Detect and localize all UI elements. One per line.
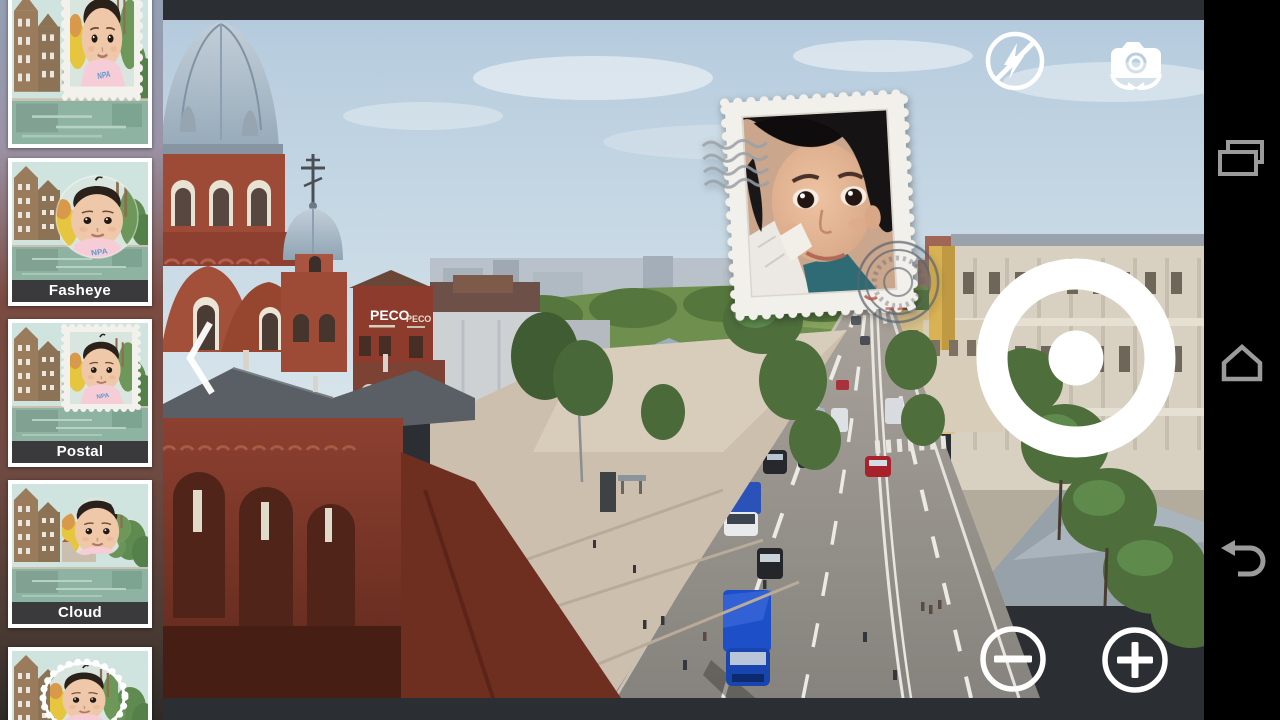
switch-camera-button[interactable] <box>1104 32 1168 93</box>
effect-thumbnail-fasheye <box>12 162 148 280</box>
recent-apps-button[interactable] <box>1204 133 1280 189</box>
effect-item-fasheye[interactable]: Fasheye <box>8 158 152 306</box>
effect-label-cloud: Cloud <box>12 602 148 624</box>
shutter-icon <box>976 258 1176 458</box>
effect-item-oval-bottom[interactable] <box>8 647 152 720</box>
stamp-effect-overlay[interactable] <box>701 85 940 325</box>
home-button[interactable] <box>1204 331 1280 387</box>
back-button[interactable] <box>1204 532 1280 588</box>
effect-item-postal[interactable]: Postal <box>8 319 152 467</box>
building-sign-reso-1: РЕСО <box>370 307 409 323</box>
effect-thumbnail-oval <box>12 651 148 720</box>
zoom-out-button[interactable] <box>979 625 1047 696</box>
home-icon <box>1221 343 1263 382</box>
effect-thumbnail-cloud <box>12 484 148 602</box>
postal-stamp-selfie <box>701 88 940 324</box>
effect-label-postal: Postal <box>12 441 148 463</box>
switch-camera-icon <box>1110 42 1162 93</box>
camera-app-screen: РЕСО РЕСО Fasheye Postal Cloud <box>0 0 1280 720</box>
minus-icon <box>980 626 1046 692</box>
flash-button[interactable] <box>984 30 1046 95</box>
effect-thumbnail-postal <box>12 0 148 144</box>
plus-icon <box>1102 627 1168 693</box>
effect-thumbnail-postal-2 <box>12 323 148 441</box>
collapse-effects-panel-button[interactable] <box>180 313 220 408</box>
effect-label-fasheye: Fasheye <box>12 280 148 302</box>
effect-item-postal-top[interactable] <box>8 0 152 148</box>
effect-item-cloud[interactable]: Cloud <box>8 480 152 628</box>
building-sign-reso-2: РЕСО <box>406 314 431 324</box>
shutter-button[interactable] <box>976 258 1176 461</box>
back-icon <box>1221 540 1266 577</box>
flash-off-icon <box>985 31 1045 91</box>
zoom-in-button[interactable] <box>1101 626 1169 697</box>
chevron-left-icon <box>186 321 215 395</box>
recent-apps-icon <box>1218 140 1264 176</box>
effects-sidebar: Fasheye Postal Cloud <box>0 0 163 720</box>
android-navigation-bar <box>1204 0 1280 720</box>
